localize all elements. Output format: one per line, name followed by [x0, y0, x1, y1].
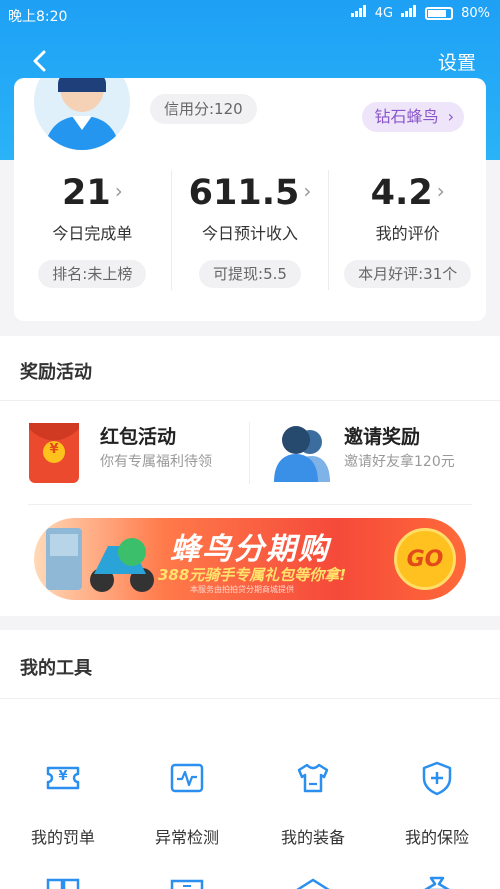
- chevron-left-icon: [33, 50, 46, 72]
- status-bar: 晚上8:20 4G 80%: [0, 0, 500, 30]
- stat-value: 4.2: [370, 173, 433, 213]
- divider: [0, 698, 500, 699]
- section-title: 奖励活动: [20, 362, 92, 383]
- level-label: 钻石蜂鸟: [374, 107, 439, 126]
- battery-percent: 80%: [461, 5, 490, 21]
- tool-my-equipment[interactable]: 我的装备: [258, 760, 368, 850]
- tent-icon: [296, 878, 330, 889]
- tools-section: 我的工具 ¥ 我的罚单 异常检测 我的装备 我的保险: [0, 630, 500, 889]
- stat-value: 21: [61, 173, 111, 213]
- tool-my-tickets[interactable]: ¥ 我的罚单: [8, 760, 118, 850]
- chart-icon: [170, 879, 204, 889]
- stat-my-rating[interactable]: 4.2 › 我的评价 本月好评:31个: [328, 170, 486, 290]
- divider: [249, 422, 250, 484]
- tool-label: 异常检测: [154, 828, 219, 847]
- banner-note: 本服务由拍拍贷分期商城提供: [190, 585, 294, 594]
- avatar[interactable]: [34, 78, 130, 150]
- signal-icon: [401, 5, 417, 21]
- tool-label: 我的装备: [280, 828, 345, 847]
- invite-reward[interactable]: 邀请奖励 邀请好友拿120元: [272, 416, 492, 492]
- avatar-image: [34, 78, 130, 150]
- go-button[interactable]: GO: [394, 528, 456, 590]
- nav-bar: 设置: [0, 40, 500, 82]
- chevron-right-icon: ›: [114, 179, 123, 203]
- scooter-icon: [46, 528, 154, 592]
- book-icon: [46, 878, 80, 889]
- stat-label: 今日预计收入: [202, 224, 299, 243]
- rider-profile-page: 晚上8:20 4G 80% 设置 信用分:120 钻石蜂鸟 › 21 › 今日完…: [0, 0, 500, 889]
- stat-label: 今日完成单: [52, 224, 133, 243]
- reward-name: 邀请奖励: [344, 426, 421, 448]
- reward-desc: 你有专属福利待领: [100, 454, 212, 470]
- installment-banner[interactable]: 蜂鸟分期购 388元骑手专属礼包等你拿! 本服务由拍拍贷分期商城提供 GO: [34, 518, 466, 600]
- level-badge[interactable]: 钻石蜂鸟 ›: [362, 102, 464, 132]
- status-icons: 4G 80%: [350, 5, 490, 21]
- credit-score-badge: 信用分:120: [150, 94, 257, 124]
- go-label: GO: [406, 546, 444, 572]
- yuan-symbol: ¥: [49, 442, 59, 457]
- signal-icon: [350, 5, 367, 21]
- shield-icon: [422, 761, 452, 796]
- stat-estimated-income[interactable]: 611.5 › 今日预计收入 可提现:5.5: [170, 170, 329, 290]
- banner-subtitle: 388元骑手专属礼包等你拿!: [158, 566, 347, 584]
- tool-anomaly-check[interactable]: 异常检测: [132, 760, 242, 850]
- tool-my-insurance[interactable]: 我的保险: [382, 760, 492, 850]
- banner-title: 蜂鸟分期购: [170, 532, 330, 567]
- battery-icon: [425, 6, 454, 20]
- divider: [28, 504, 472, 505]
- stat-pill: 本月好评:31个: [344, 260, 472, 288]
- bag-icon: [424, 876, 450, 889]
- reward-name: 红包活动: [100, 426, 177, 448]
- tool-label: 我的保险: [404, 828, 469, 847]
- divider: [0, 400, 500, 401]
- stat-value: 611.5: [188, 173, 300, 213]
- back-button[interactable]: [22, 44, 56, 78]
- pulse-icon: [170, 763, 204, 793]
- tool-label: 我的罚单: [30, 828, 95, 847]
- shirt-icon: [297, 763, 329, 793]
- users-icon: [274, 426, 330, 482]
- reward-desc: 邀请好友拿120元: [344, 454, 455, 470]
- settings-button[interactable]: 设置: [438, 48, 476, 75]
- stat-pill: 排名:未上榜: [38, 260, 147, 288]
- red-envelope-activity[interactable]: ¥ 红包活动 你有专属福利待领: [28, 416, 248, 492]
- stat-pill: 可提现:5.5: [199, 260, 301, 288]
- chevron-right-icon: ›: [303, 179, 312, 203]
- network-label: 4G: [374, 5, 394, 21]
- rewards-section: 奖励活动 ¥ 红包活动 你有专属福利待领 邀请奖励 邀请好友拿120元 蜂鸟分期…: [0, 336, 500, 616]
- stats-row: 21 › 今日完成单 排名:未上榜 611.5 › 今日预计收入 可提现:5.5 4…: [14, 170, 486, 290]
- yuan-symbol: ¥: [58, 769, 68, 784]
- chevron-right-icon: ›: [447, 107, 454, 126]
- stat-completed-orders[interactable]: 21 › 今日完成单 排名:未上榜: [14, 170, 171, 290]
- status-time: 晚上8:20: [8, 9, 68, 25]
- stat-label: 我的评价: [375, 224, 440, 243]
- chevron-right-icon: ›: [436, 179, 445, 203]
- profile-card: 信用分:120 钻石蜂鸟 › 21 › 今日完成单 排名:未上榜 611.5 › 今…: [14, 78, 486, 321]
- section-title: 我的工具: [20, 658, 92, 679]
